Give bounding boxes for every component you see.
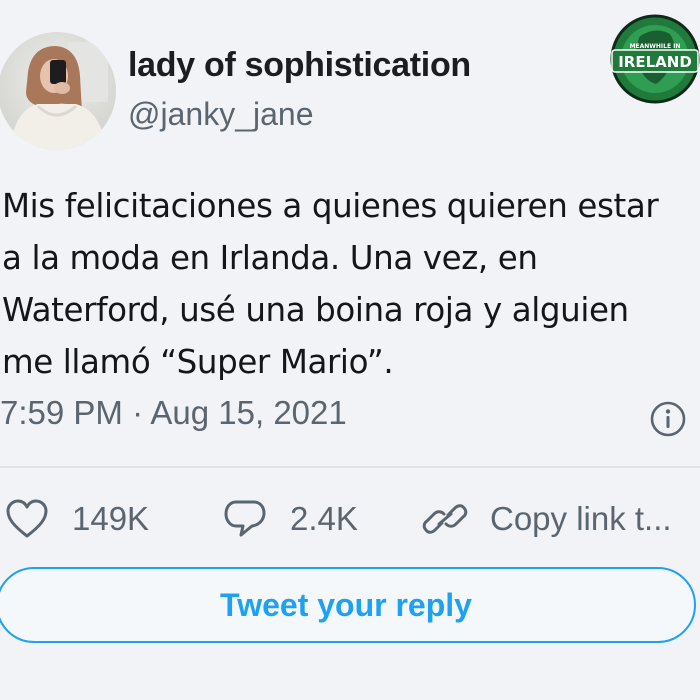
tweet-timestamp[interactable]: 7:59 PM · Aug 15, 2021 (0, 394, 347, 432)
logo-main-text: IRELAND (618, 53, 692, 71)
reply-count-button[interactable]: 2.4K (222, 496, 358, 542)
speech-bubble-icon (222, 497, 268, 541)
like-button[interactable]: 149K (4, 496, 149, 542)
tweet-line: me llamó “Super Mario”. (2, 343, 394, 381)
divider (0, 466, 700, 468)
avatar[interactable] (0, 32, 116, 150)
tweet-your-reply-button[interactable]: Tweet your reply (0, 567, 696, 643)
reply-button-label: Tweet your reply (220, 586, 472, 623)
reply-count: 2.4K (290, 500, 358, 537)
meanwhile-in-ireland-logo: MEANWHILE IN IRELAND (610, 14, 700, 104)
like-count: 149K (72, 500, 150, 537)
link-icon (422, 497, 468, 541)
tweet-text: Mis felicitaciones a quienes quieren est… (2, 180, 697, 388)
info-icon[interactable] (649, 400, 687, 438)
tweet-line: Mis felicitaciones a quienes quieren est… (2, 187, 659, 225)
logo-top-text: MEANWHILE IN (630, 43, 681, 50)
tweet-line: a la moda en Irlanda. Una vez, en (2, 239, 538, 277)
copy-link-button[interactable]: Copy link t... (422, 496, 672, 542)
tweet-line: Waterford, usé una boina roja y alguien (2, 291, 629, 329)
heart-icon (4, 498, 50, 540)
copy-link-label: Copy link t... (490, 500, 672, 537)
tweet-screenshot: lady of sophistication @janky_jane MEANW… (0, 0, 700, 700)
user-handle[interactable]: @janky_jane (128, 96, 313, 133)
display-name[interactable]: lady of sophistication (128, 46, 471, 85)
